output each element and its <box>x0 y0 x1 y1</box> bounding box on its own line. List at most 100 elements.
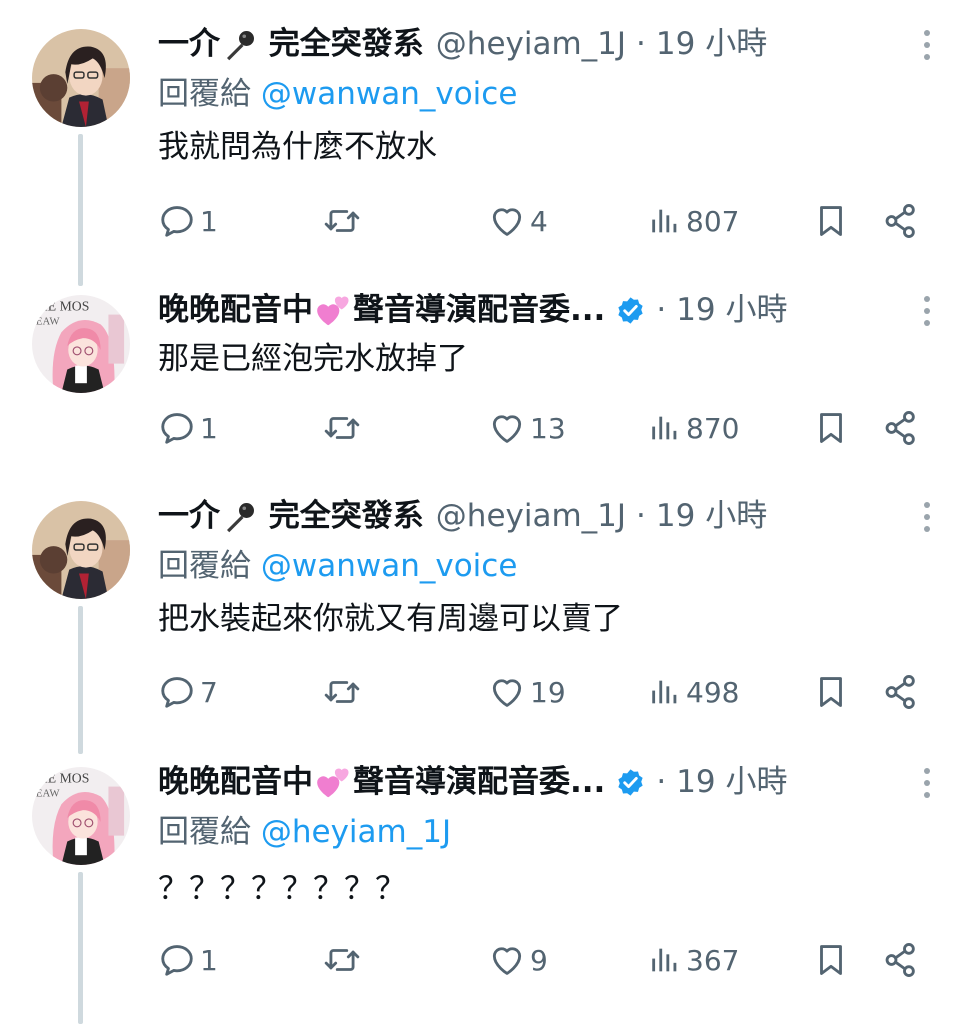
display-name-part: 完全突發系 <box>268 26 424 62</box>
reply-button[interactable]: 1 <box>158 408 218 448</box>
views-button[interactable]: 498 <box>648 672 739 712</box>
reply-thread: 一介 完全突發系 @heyiam_1J · 19 小時 回覆給 @wanwan_… <box>0 0 969 1024</box>
verified-icon[interactable] <box>615 767 646 798</box>
action-bar: 1 9 367 <box>158 940 969 980</box>
views-count: 498 <box>686 675 740 709</box>
share-icon <box>882 202 920 240</box>
microphone-icon <box>220 28 258 64</box>
separator-dot: · <box>636 498 646 534</box>
views-button[interactable]: 367 <box>648 940 739 980</box>
reply-to-label: 回覆給 <box>158 76 251 112</box>
action-bar: 1 4 807 <box>158 201 969 241</box>
avatar-image <box>32 295 130 393</box>
reply-icon <box>158 409 196 447</box>
display-name[interactable]: 一介 完全突發系 <box>158 24 424 64</box>
display-name-part: 一介 <box>158 498 220 534</box>
timestamp[interactable]: 19 小時 <box>656 24 767 64</box>
repost-icon <box>323 202 361 240</box>
like-button[interactable]: 9 <box>488 940 548 980</box>
share-icon <box>882 941 920 979</box>
views-count: 870 <box>686 411 740 445</box>
bookmark-button[interactable] <box>812 408 850 448</box>
separator-dot: · <box>636 26 646 62</box>
repost-button[interactable] <box>323 672 361 712</box>
like-icon <box>488 202 526 240</box>
display-name-part: 聲音導演配音委... <box>353 763 606 800</box>
microphone-icon <box>220 500 258 536</box>
action-bar: 7 19 498 <box>158 672 969 712</box>
reply-to-mention[interactable]: @heyiam_1J <box>261 814 451 850</box>
display-name[interactable]: 晚晚配音中 聲音導演配音委... <box>158 762 605 803</box>
reply-button[interactable]: 1 <box>158 940 218 980</box>
handle[interactable]: @heyiam_1J <box>436 496 626 536</box>
reply-icon <box>158 673 196 711</box>
reply-button[interactable]: 7 <box>158 672 218 712</box>
views-button[interactable]: 807 <box>648 201 739 241</box>
repost-icon <box>323 673 361 711</box>
verified-icon[interactable] <box>615 295 646 326</box>
like-count: 19 <box>530 675 566 709</box>
reply-to-mention[interactable]: @wanwan_voice <box>261 548 518 584</box>
more-icon[interactable] <box>921 30 933 60</box>
reply-to-mention[interactable]: @wanwan_voice <box>261 76 518 112</box>
reply-to: 回覆給 @wanwan_voice <box>158 74 969 114</box>
display-name-part: 一介 <box>158 26 220 62</box>
thread-line <box>78 606 83 754</box>
repost-button[interactable] <box>323 201 361 241</box>
reply-icon <box>158 202 196 240</box>
reply-to-label: 回覆給 <box>158 548 251 584</box>
reply-button[interactable]: 1 <box>158 201 218 241</box>
avatar[interactable] <box>32 767 130 865</box>
bookmark-button[interactable] <box>812 672 850 712</box>
avatar[interactable] <box>32 29 130 127</box>
separator-dot: · <box>656 764 667 800</box>
timestamp[interactable]: 19 小時 <box>656 496 767 536</box>
share-button[interactable] <box>882 672 920 712</box>
tweet-body: 一介 完全突發系 @heyiam_1J · 19 小時 回覆給 @wanwan_… <box>158 24 969 168</box>
views-button[interactable]: 870 <box>648 408 739 448</box>
reply-count: 1 <box>200 943 218 977</box>
avatar[interactable] <box>32 501 130 599</box>
like-icon <box>488 409 526 447</box>
like-count: 4 <box>530 204 548 238</box>
more-icon[interactable] <box>921 296 933 326</box>
tweet-body: 晚晚配音中 聲音導演配音委... · 19 小時 那是已經泡完水放掉了 <box>158 290 969 380</box>
separator-dot: · <box>656 292 667 328</box>
share-icon <box>882 673 920 711</box>
thread-line <box>78 872 83 1024</box>
repost-icon <box>323 409 361 447</box>
display-name-part: 完全突發系 <box>268 498 424 534</box>
share-icon <box>882 409 920 447</box>
tweet-header: 一介 完全突發系 @heyiam_1J · 19 小時 <box>158 496 969 536</box>
more-icon[interactable] <box>921 768 933 798</box>
action-bar: 1 13 870 <box>158 408 969 448</box>
avatar-image <box>32 29 130 127</box>
bookmark-icon <box>812 202 850 240</box>
views-icon <box>648 204 682 238</box>
reply-to-label: 回覆給 <box>158 814 251 850</box>
bookmark-button[interactable] <box>812 201 850 241</box>
more-icon[interactable] <box>921 502 933 532</box>
repost-button[interactable] <box>323 940 361 980</box>
share-button[interactable] <box>882 201 920 241</box>
tweet-body: 一介 完全突發系 @heyiam_1J · 19 小時 回覆給 @wanwan_… <box>158 496 969 640</box>
bookmark-button[interactable] <box>812 940 850 980</box>
like-button[interactable]: 4 <box>488 201 548 241</box>
timestamp[interactable]: 19 小時 <box>676 290 787 330</box>
timestamp[interactable]: 19 小時 <box>676 762 787 802</box>
repost-icon <box>323 941 361 979</box>
tweet-text: 我就問為什麼不放水 <box>158 129 437 165</box>
share-button[interactable] <box>882 940 920 980</box>
like-count: 13 <box>530 411 566 445</box>
share-button[interactable] <box>882 408 920 448</box>
like-button[interactable]: 19 <box>488 672 566 712</box>
reply-to: 回覆給 @wanwan_voice <box>158 546 969 586</box>
avatar[interactable] <box>32 295 130 393</box>
repost-button[interactable] <box>323 408 361 448</box>
like-icon <box>488 941 526 979</box>
display-name[interactable]: 晚晚配音中 聲音導演配音委... <box>158 290 605 331</box>
tweet-header: 一介 完全突發系 @heyiam_1J · 19 小時 <box>158 24 969 64</box>
handle[interactable]: @heyiam_1J <box>436 24 626 64</box>
like-button[interactable]: 13 <box>488 408 566 448</box>
display-name[interactable]: 一介 完全突發系 <box>158 496 424 536</box>
